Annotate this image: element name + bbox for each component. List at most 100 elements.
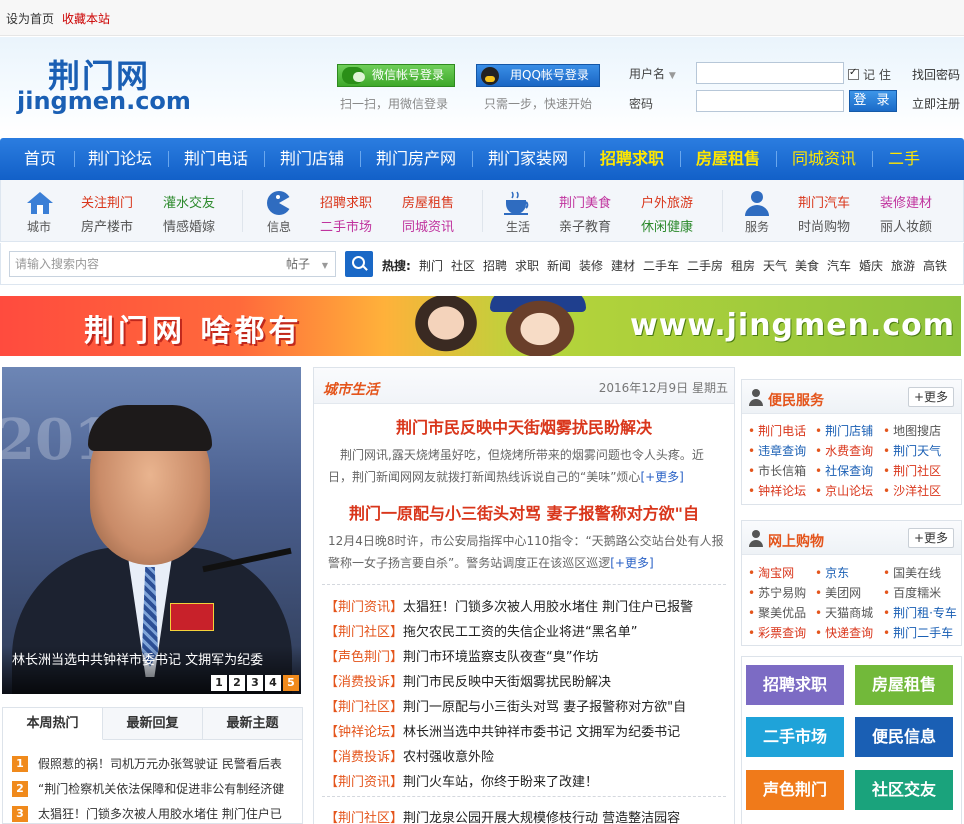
quick-tile[interactable]: 招聘求职 [746, 665, 844, 705]
quick-link[interactable]: 苏宁易购 [748, 584, 806, 601]
hot-search-link[interactable]: 社区 [451, 257, 475, 274]
search-input[interactable]: 请输入搜索内容 [9, 251, 277, 277]
quick-link[interactable]: 百度糯米 [883, 584, 941, 601]
quick-link[interactable]: 京东 [815, 564, 849, 581]
section-title[interactable]: 城市生活 [323, 379, 379, 399]
quick-link[interactable]: 快递查询 [815, 624, 873, 641]
news-item[interactable]: 【钟祥论坛】林长洲当选中共钟祥市委书记 文拥军为纪委书记 [325, 721, 730, 740]
username-input[interactable] [696, 62, 844, 84]
headline-2[interactable]: 荆门一原配与小三街头对骂 妻子报警称对方欲"自 [314, 500, 734, 524]
remember-checkbox[interactable]: 记 住 [848, 66, 891, 83]
quick-tile[interactable]: 房屋租售 [855, 665, 953, 705]
sublink[interactable]: 情感婚嫁 [163, 216, 215, 235]
news-item[interactable]: 【荆门资讯】太猖狂！门锁多次被人用胶水堵住 荆门住户已报警 [325, 596, 730, 615]
sublink[interactable]: 房产楼市 [81, 216, 133, 235]
hot-search-link[interactable]: 新闻 [547, 257, 571, 274]
register-link[interactable]: 立即注册 [912, 95, 960, 112]
quick-link[interactable]: 荆门店铺 [815, 422, 873, 439]
news-tag[interactable]: 【钟祥论坛】 [325, 725, 403, 740]
news-tag[interactable]: 【声色荆门】 [325, 650, 403, 665]
quick-link[interactable]: 钟祥论坛 [748, 482, 806, 499]
quick-link[interactable]: 国美在线 [883, 564, 941, 581]
quick-link[interactable]: 荆门天气 [883, 442, 941, 459]
quick-link[interactable]: 淘宝网 [748, 564, 794, 581]
nav-item-home[interactable]: 首页 [24, 138, 56, 180]
slider-page-3[interactable]: 3 [247, 675, 263, 691]
hot-search-link[interactable]: 建材 [611, 257, 635, 274]
quick-link[interactable]: 荆门租·专车 [883, 604, 957, 621]
sublink[interactable]: 亲子教育 [559, 216, 611, 235]
quick-link[interactable]: 荆门电话 [748, 422, 806, 439]
nav-item-forum[interactable]: 荆门论坛 [88, 138, 152, 180]
news-item[interactable]: 【消费投诉】农村强收意外险 [325, 746, 730, 765]
quick-link[interactable]: 聚美优品 [748, 604, 806, 621]
sublink[interactable]: 同城资讯 [402, 216, 454, 235]
quick-link[interactable]: 京山论坛 [815, 482, 873, 499]
hot-search-link[interactable]: 汽车 [827, 257, 851, 274]
ad-banner[interactable]: 荆门网 啥都有 www.jingmen.com [0, 296, 961, 356]
quick-link[interactable]: 地图搜店 [883, 422, 941, 439]
nav-item-housing[interactable]: 荆门房产网 [376, 138, 456, 180]
hot-search-link[interactable]: 二手车 [643, 257, 679, 274]
quick-tile[interactable]: 便民信息 [855, 717, 953, 757]
nav-item-secondhand[interactable]: 二手 [888, 138, 920, 180]
slider-page-4[interactable]: 4 [265, 675, 281, 691]
nav-item-jobs[interactable]: 招聘求职 [600, 138, 664, 180]
hot-search-link[interactable]: 求职 [515, 257, 539, 274]
quick-tile[interactable]: 社区交友 [855, 770, 953, 810]
hot-search-link[interactable]: 天气 [763, 257, 787, 274]
list-item[interactable]: 1 假照惹的祸！司机万元办张驾驶证 民警看后表 [12, 755, 297, 772]
news-tag[interactable]: 【消费投诉】 [325, 750, 403, 765]
sublink[interactable]: 装修建材 [880, 192, 932, 211]
quick-link[interactable]: 荆门社区 [883, 462, 941, 479]
qq-login-button[interactable]: 用QQ帐号登录 [476, 64, 600, 87]
quick-link[interactable]: 违章查询 [748, 442, 806, 459]
more-button[interactable]: +更多 [908, 387, 954, 407]
list-item[interactable]: 2 “荆门检察机关依法保障和促进非公有制经济健 [12, 780, 297, 797]
news-item[interactable]: 【荆门社区】荆门龙泉公园开展大规模修枝行动 营造整洁园容 [325, 807, 730, 824]
news-item[interactable]: 【荆门社区】荆门一原配与小三街头对骂 妻子报警称对方欲"自 [325, 696, 730, 715]
slider-page-5[interactable]: 5 [283, 675, 299, 691]
list-item[interactable]: 3 太猖狂！门锁多次被人用胶水堵住 荆门住户已 [12, 805, 297, 822]
quick-link[interactable]: 天猫商城 [815, 604, 873, 621]
login-button[interactable]: 登 录 [849, 90, 897, 112]
logo-text-en[interactable]: jingmen.com [17, 87, 191, 115]
quick-link[interactable]: 社保查询 [815, 462, 873, 479]
hot-search-link[interactable]: 装修 [579, 257, 603, 274]
news-tag[interactable]: 【荆门社区】 [325, 700, 403, 715]
hot-search-link[interactable]: 美食 [795, 257, 819, 274]
nav-item-local-news[interactable]: 同城资讯 [792, 138, 856, 180]
nav-item-shops[interactable]: 荆门店铺 [280, 138, 344, 180]
tab-weekly-hot[interactable]: 本周热门 [3, 708, 103, 740]
news-tag[interactable]: 【荆门社区】 [325, 625, 403, 640]
news-tag[interactable]: 【荆门社区】 [325, 811, 403, 824]
sublink[interactable]: 二手市场 [320, 216, 372, 235]
news-slider[interactable]: 2013 林长洲当选中共钟祥市委书记 文拥军为纪委 1 2 3 4 5 [2, 367, 301, 694]
search-button[interactable] [345, 251, 373, 277]
nav-item-rental[interactable]: 房屋租售 [696, 138, 760, 180]
sublink[interactable]: 丽人妆颜 [880, 216, 932, 235]
sublink[interactable]: 时尚购物 [798, 216, 850, 235]
bookmark-link[interactable]: 收藏本站 [62, 10, 110, 27]
tab-latest-topics[interactable]: 最新主题 [203, 708, 302, 740]
sublink[interactable]: 关注荆门 [81, 192, 133, 211]
hot-search-link[interactable]: 高铁 [923, 257, 947, 274]
sublink[interactable]: 招聘求职 [320, 192, 372, 211]
slider-page-1[interactable]: 1 [211, 675, 227, 691]
slider-page-2[interactable]: 2 [229, 675, 245, 691]
quick-link[interactable]: 荆门二手车 [883, 624, 953, 641]
quick-link[interactable]: 水费查询 [815, 442, 873, 459]
nav-item-phone[interactable]: 荆门电话 [184, 138, 248, 180]
hot-search-link[interactable]: 招聘 [483, 257, 507, 274]
slider-caption[interactable]: 林长洲当选中共钟祥市委书记 文拥军为纪委 [12, 649, 263, 668]
hot-search-link[interactable]: 婚庆 [859, 257, 883, 274]
news-tag[interactable]: 【荆门资讯】 [325, 600, 403, 615]
quick-link[interactable]: 美团网 [815, 584, 861, 601]
password-input[interactable] [696, 90, 844, 112]
news-tag[interactable]: 【荆门资讯】 [325, 775, 403, 790]
more-button[interactable]: +更多 [908, 528, 954, 548]
more-link[interactable]: [+更多] [640, 470, 683, 484]
news-item[interactable]: 【荆门社区】拖欠农民工工资的失信企业将进“黑名单” [325, 621, 730, 640]
search-scope-select[interactable]: 帖子 ▼ [276, 251, 336, 277]
hot-search-link[interactable]: 二手房 [687, 257, 723, 274]
